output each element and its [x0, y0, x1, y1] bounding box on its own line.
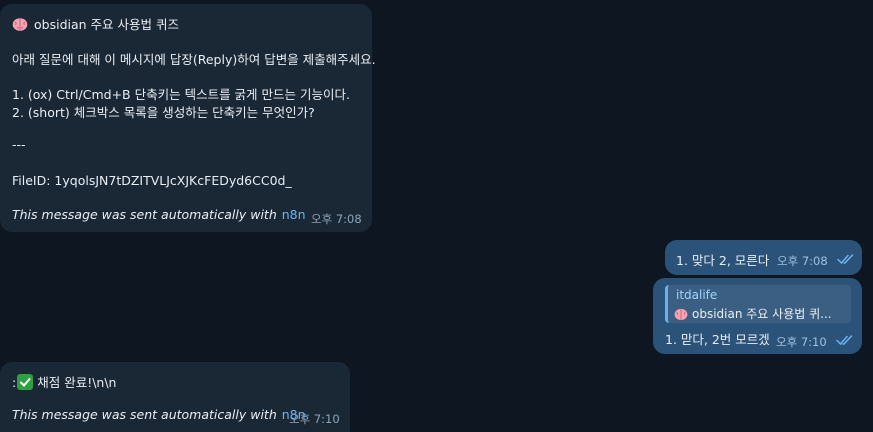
brain-icon: [12, 17, 28, 31]
answer-text: 1. 맞다 2, 모른다: [676, 253, 770, 268]
result-prefix: :: [12, 375, 17, 390]
quiz-timestamp: 오후 7:08: [311, 212, 362, 226]
quiz-question-1: 1. (ox) Ctrl/Cmd+B 단축키는 텍스트를 굵게 만드는 기능이다…: [12, 87, 350, 102]
answer-message-bubble[interactable]: 1. 맞다 2, 모른다 오후 7:08: [665, 240, 862, 275]
n8n-link[interactable]: n8n: [282, 207, 306, 222]
reply-snippet-text: obsidian 주요 사용법 퀴...: [692, 307, 832, 321]
reply-quote[interactable]: itdalife obsidian 주요 사용법 퀴...: [665, 285, 851, 323]
double-check-icon: [837, 254, 854, 265]
quiz-question-2: 2. (short) 체크박스 목록을 생성하는 단축키는 무엇인가?: [12, 105, 315, 120]
result-footer-text: This message was sent automatically with: [12, 407, 277, 422]
double-check-icon: [836, 335, 853, 346]
quiz-file-id: FileID: 1yqolsJN7tDZITVLJcXJKcFEDyd6CC0d…: [12, 173, 292, 188]
quiz-title: obsidian 주요 사용법 퀴즈: [34, 17, 179, 32]
result-text: 채점 완료!\n\n: [37, 375, 117, 390]
quiz-message-bubble[interactable]: obsidian 주요 사용법 퀴즈 아래 질문에 대해 이 메시지에 답장(R…: [0, 4, 376, 232]
result-line: : 채점 완료!\n\n: [12, 372, 116, 391]
reply-snippet: obsidian 주요 사용법 퀴...: [674, 305, 832, 322]
result-message-bubble[interactable]: : 채점 완료!\n\n This message was sent automa…: [0, 362, 350, 432]
quiz-footer-text: This message was sent automatically with: [12, 207, 277, 222]
reply-message-bubble[interactable]: itdalife obsidian 주요 사용법 퀴... 1. 맏다, 2번 …: [653, 278, 862, 354]
result-timestamp: 오후 7:10: [289, 412, 340, 426]
green-check-icon: [17, 374, 34, 390]
quiz-separator: ---: [12, 137, 26, 152]
answer-timestamp: 오후 7:08: [777, 254, 828, 268]
quiz-title-line: obsidian 주요 사용법 퀴즈: [12, 14, 179, 33]
quiz-footer: This message was sent automatically with…: [12, 207, 306, 222]
reply-author: itdalife: [676, 288, 718, 302]
result-footer: This message was sent automatically with…: [12, 407, 306, 422]
reply-timestamp: 오후 7:10: [776, 335, 827, 349]
brain-icon: [674, 308, 688, 320]
reply-answer-text: 1. 맏다, 2번 모르겠: [665, 332, 770, 347]
quiz-instruction: 아래 질문에 대해 이 메시지에 답장(Reply)하여 답변을 제출해주세요.: [12, 52, 376, 67]
